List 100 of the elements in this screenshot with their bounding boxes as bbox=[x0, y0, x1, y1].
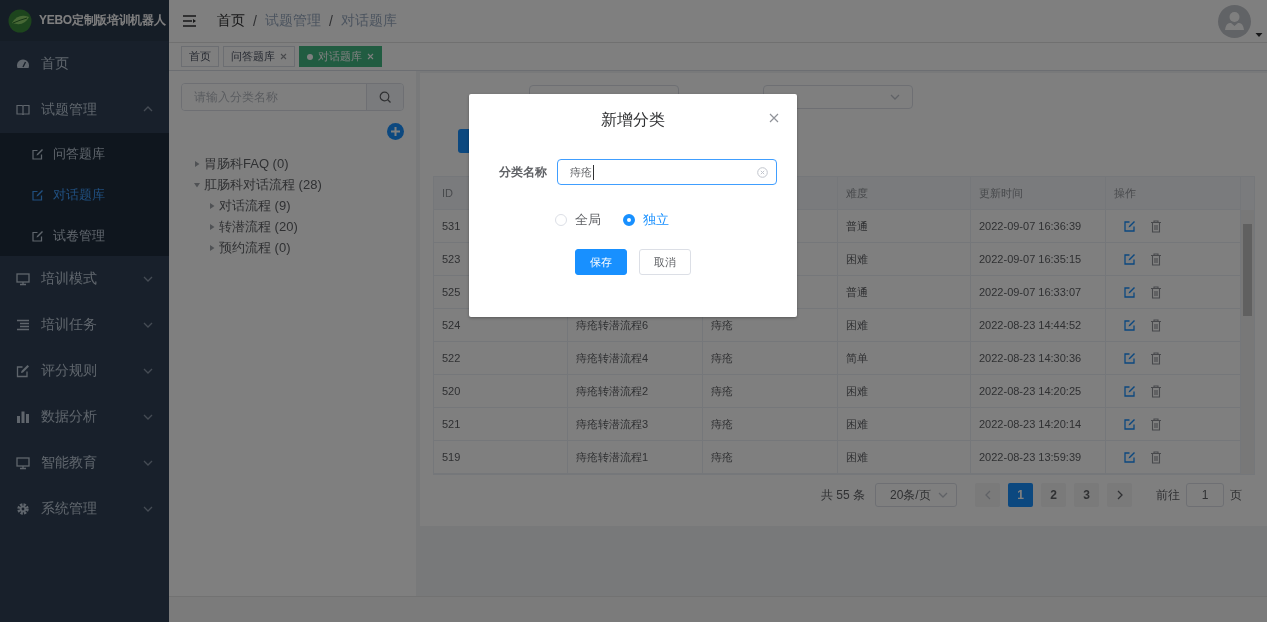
cancel-button[interactable]: 取消 bbox=[639, 249, 691, 275]
trash-icon[interactable] bbox=[1150, 219, 1162, 233]
edit-icon bbox=[32, 229, 44, 242]
table-cell: 2022-08-23 14:30:36 bbox=[971, 342, 1106, 375]
bar-chart-icon bbox=[16, 410, 30, 424]
breadcrumb-link[interactable]: 首页 bbox=[217, 12, 245, 30]
breadcrumb-separator: / bbox=[253, 13, 257, 29]
table-cell: 困难 bbox=[838, 243, 971, 276]
submenu-item[interactable]: 试卷管理 bbox=[0, 215, 169, 256]
sidebar-item[interactable]: 数据分析 bbox=[0, 394, 169, 440]
trash-icon[interactable] bbox=[1150, 417, 1162, 431]
submenu-item[interactable]: 对话题库 bbox=[0, 174, 169, 215]
add-icon[interactable] bbox=[387, 123, 404, 140]
close-icon bbox=[280, 53, 287, 60]
app-title: YEBO定制版培训机器人 bbox=[39, 12, 166, 29]
table-cell: 2022-08-23 14:20:25 bbox=[971, 375, 1106, 408]
caret-icon bbox=[193, 180, 201, 189]
table-cell: 痔疮 bbox=[703, 408, 838, 441]
trash-icon[interactable] bbox=[1150, 252, 1162, 266]
page-button[interactable]: 3 bbox=[1074, 483, 1099, 507]
edit-icon[interactable] bbox=[1124, 286, 1136, 298]
table-cell: 痔疮转潜流程3 bbox=[568, 408, 703, 441]
page-tab[interactable]: 对话题库 bbox=[299, 46, 382, 67]
tree-node[interactable]: 预约流程 (0) bbox=[208, 237, 404, 258]
radio-button[interactable] bbox=[623, 214, 635, 226]
edit-icon[interactable] bbox=[1124, 418, 1136, 430]
table-cell: 痔疮 bbox=[703, 375, 838, 408]
edit-icon[interactable] bbox=[1124, 253, 1136, 265]
input-field[interactable]: 痔疮 bbox=[557, 159, 777, 185]
search-button[interactable] bbox=[366, 84, 403, 110]
page-button[interactable]: 2 bbox=[1041, 483, 1066, 507]
sidebar-item[interactable]: 试题管理 bbox=[0, 87, 169, 133]
page-size-select[interactable]: 20条/页 bbox=[875, 483, 957, 507]
sidebar-item[interactable]: 评分规则 bbox=[0, 348, 169, 394]
edit-icon[interactable] bbox=[1124, 220, 1136, 232]
table-cell: 困难 bbox=[838, 408, 971, 441]
trash-icon[interactable] bbox=[1150, 450, 1162, 464]
close-icon bbox=[367, 53, 374, 60]
edit-icon bbox=[32, 147, 44, 160]
table-cell: 困难 bbox=[838, 375, 971, 408]
tree-node[interactable]: 肛肠科对话流程 (28) bbox=[193, 174, 404, 195]
page-tab[interactable]: 问答题库 bbox=[223, 46, 295, 67]
table-cell: 痔疮转潜流程2 bbox=[568, 375, 703, 408]
table-cell: 2022-09-07 16:35:15 bbox=[971, 243, 1106, 276]
goto-label: 前往 bbox=[1156, 486, 1180, 504]
table-cell: 普通 bbox=[838, 276, 971, 309]
save-button[interactable]: 保存 bbox=[575, 249, 627, 275]
dot-icon bbox=[307, 53, 313, 60]
user-avatar-icon bbox=[1218, 4, 1251, 38]
sidebar-item[interactable]: 培训任务 bbox=[0, 302, 169, 348]
tree-node[interactable]: 转潜流程 (20) bbox=[208, 216, 404, 237]
caret-icon bbox=[1255, 31, 1263, 38]
trash-icon[interactable] bbox=[1150, 318, 1162, 332]
table-cell: 2022-08-23 14:20:14 bbox=[971, 408, 1106, 441]
trash-icon[interactable] bbox=[1150, 351, 1162, 365]
edit-icon[interactable] bbox=[1124, 352, 1136, 364]
caret-icon bbox=[208, 222, 216, 231]
edit-icon[interactable] bbox=[1124, 319, 1136, 331]
scrollbar[interactable] bbox=[1241, 210, 1254, 474]
table-cell: 痔疮转潜流程1 bbox=[568, 441, 703, 474]
table-cell: 2022-08-23 14:44:52 bbox=[971, 309, 1106, 342]
close-icon[interactable] bbox=[769, 113, 779, 123]
leaf-logo-icon bbox=[8, 8, 32, 33]
sidebar-item[interactable]: 培训模式 bbox=[0, 256, 169, 302]
monitor-icon bbox=[16, 272, 30, 286]
table-cell: 2022-08-23 13:59:39 bbox=[971, 441, 1106, 474]
page-button[interactable]: 1 bbox=[1008, 483, 1033, 507]
edit-icon[interactable] bbox=[1124, 451, 1136, 463]
list-icon bbox=[16, 318, 30, 332]
radio-option[interactable]: 独立 bbox=[623, 211, 669, 229]
next-page-button[interactable] bbox=[1107, 483, 1132, 507]
edit-icon[interactable] bbox=[1124, 385, 1136, 397]
dialog-title: 新增分类 bbox=[601, 109, 665, 130]
caret-icon bbox=[208, 243, 216, 252]
table-cell: 痔疮 bbox=[703, 342, 838, 375]
trash-icon[interactable] bbox=[1150, 285, 1162, 299]
gauge-icon bbox=[16, 57, 30, 71]
settings-icon bbox=[16, 502, 30, 516]
caret-icon bbox=[208, 201, 216, 210]
trash-icon[interactable] bbox=[1150, 384, 1162, 398]
sidebar-item[interactable]: 智能教育 bbox=[0, 440, 169, 486]
table-cell: 普通 bbox=[838, 210, 971, 243]
page-tab[interactable]: 首页 bbox=[181, 46, 219, 67]
total-count: 共 55 条 bbox=[821, 486, 865, 504]
sidebar-item[interactable]: 系统管理 bbox=[0, 486, 169, 532]
sidebar-item[interactable]: 首页 bbox=[0, 41, 169, 87]
table-cell: 痔疮转潜流程4 bbox=[568, 342, 703, 375]
table-cell: 2022-09-07 16:33:07 bbox=[971, 276, 1106, 309]
caret-icon bbox=[193, 159, 201, 168]
edit-icon bbox=[32, 188, 44, 201]
menu-icon bbox=[182, 14, 198, 28]
page-input[interactable]: 1 bbox=[1186, 483, 1224, 507]
table-cell: 2022-09-07 16:36:39 bbox=[971, 210, 1106, 243]
table-cell: 519 bbox=[434, 441, 568, 474]
book-icon bbox=[16, 103, 30, 117]
tree-node[interactable]: 对话流程 (9) bbox=[208, 195, 404, 216]
tree-node[interactable]: 胃肠科FAQ (0) bbox=[193, 153, 404, 174]
monitor-icon bbox=[16, 456, 30, 470]
submenu-item[interactable]: 问答题库 bbox=[0, 133, 169, 174]
page-suffix: 页 bbox=[1230, 486, 1242, 504]
